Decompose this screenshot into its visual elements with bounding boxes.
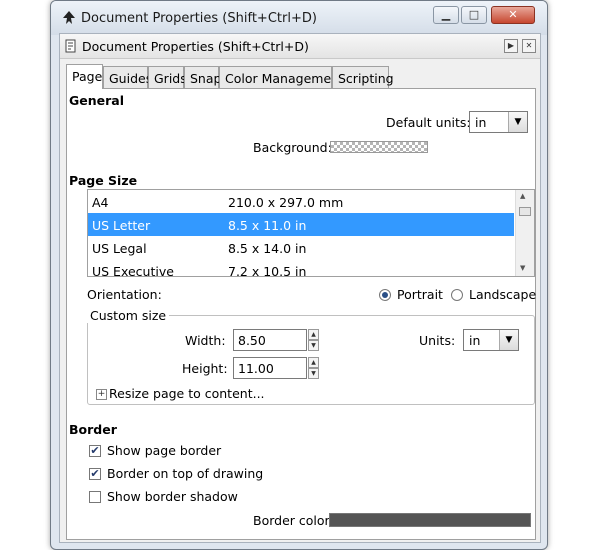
stepper-down-icon[interactable]: ▼ — [308, 340, 319, 351]
scroll-thumb[interactable] — [519, 207, 531, 216]
stepper-down-icon[interactable]: ▼ — [308, 368, 319, 379]
close-window-button[interactable]: ✕ — [491, 6, 535, 24]
tab-color-management[interactable]: Color Management — [219, 66, 344, 88]
document-properties-window: Document Properties (Shift+Ctrl+D) ▁ □ ✕… — [50, 0, 548, 550]
custom-units-select[interactable]: in ▼ — [463, 329, 519, 351]
float-icon: ▶ — [507, 41, 515, 50]
orientation-label: Orientation: — [87, 287, 162, 302]
list-scrollbar[interactable]: ▲ ▼ — [515, 190, 534, 276]
maximize-icon: □ — [468, 8, 480, 21]
default-units-select[interactable]: in ▼ — [469, 111, 528, 133]
border-on-top-label[interactable]: Border on top of drawing — [107, 466, 263, 481]
tab-scripting[interactable]: Scripting — [332, 66, 394, 88]
expand-plus-icon[interactable]: + — [96, 389, 107, 400]
list-item[interactable]: A4 210.0 x 297.0 mm — [88, 190, 514, 213]
default-units-label: Default units: — [386, 115, 471, 130]
window-titlebar[interactable]: Document Properties (Shift+Ctrl+D) ▁ □ ✕ — [51, 1, 547, 35]
background-label: Background: — [253, 140, 332, 155]
height-label: Height: — [182, 361, 228, 376]
stepper-up-icon[interactable]: ▲ — [308, 357, 319, 368]
portrait-label[interactable]: Portrait — [397, 287, 443, 302]
page-size-heading: Page Size — [69, 173, 138, 188]
list-item[interactable]: US Legal 8.5 x 14.0 in — [88, 236, 514, 259]
page-size-list[interactable]: A4 210.0 x 297.0 mm US Letter 8.5 x 11.0… — [87, 189, 535, 277]
tab-page[interactable]: Page — [66, 64, 103, 89]
resize-to-content-expander[interactable]: Resize page to content... — [109, 386, 265, 401]
show-page-border-label[interactable]: Show page border — [107, 443, 221, 458]
custom-units-value: in — [469, 333, 481, 348]
dock-close-button[interactable]: ✕ — [522, 39, 536, 53]
dock-title: Document Properties (Shift+Ctrl+D) — [82, 39, 309, 54]
tab-grids[interactable]: Grids — [148, 66, 187, 88]
width-label: Width: — [185, 333, 226, 348]
dialog-client-area: Document Properties (Shift+Ctrl+D) ▶ ✕ P… — [59, 33, 541, 543]
dock-float-button[interactable]: ▶ — [504, 39, 518, 53]
chevron-down-icon: ▼ — [508, 112, 527, 132]
stepper-up-icon[interactable]: ▲ — [308, 329, 319, 340]
landscape-label[interactable]: Landscape — [469, 287, 536, 302]
inkscape-app-icon — [63, 11, 75, 24]
show-page-border-checkbox[interactable]: ✔ — [89, 445, 101, 457]
units-label: Units: — [419, 333, 456, 348]
general-heading: General — [69, 93, 124, 108]
background-color-swatch[interactable] — [330, 141, 428, 153]
landscape-radio[interactable] — [451, 289, 463, 301]
custom-size-title: Custom size — [87, 308, 170, 323]
tab-snap[interactable]: Snap — [184, 66, 221, 88]
list-item[interactable]: US Executive 7.2 x 10.5 in — [88, 259, 514, 276]
close-icon: ✕ — [525, 41, 533, 50]
close-icon: ✕ — [508, 8, 518, 21]
list-item-selected[interactable]: US Letter 8.5 x 11.0 in — [88, 213, 514, 236]
scroll-up-icon[interactable]: ▲ — [520, 192, 525, 200]
scroll-down-icon[interactable]: ▼ — [520, 264, 525, 272]
border-color-swatch[interactable] — [329, 513, 531, 527]
minimize-button[interactable]: ▁ — [433, 6, 459, 24]
minimize-icon: ▁ — [441, 8, 451, 21]
width-stepper[interactable]: ▲ ▼ — [308, 329, 319, 351]
show-border-shadow-checkbox[interactable] — [89, 491, 101, 503]
maximize-button[interactable]: □ — [461, 6, 487, 24]
border-on-top-checkbox[interactable]: ✔ — [89, 468, 101, 480]
tab-guides[interactable]: Guides — [103, 66, 152, 88]
border-heading: Border — [69, 422, 117, 437]
dock-titlebar[interactable]: Document Properties (Shift+Ctrl+D) ▶ ✕ — [60, 34, 540, 59]
border-color-label: Border color: — [253, 513, 334, 528]
show-border-shadow-label[interactable]: Show border shadow — [107, 489, 238, 504]
chevron-down-icon: ▼ — [499, 330, 518, 350]
width-input[interactable]: 8.50 — [233, 329, 307, 351]
default-units-value: in — [475, 115, 487, 130]
height-stepper[interactable]: ▲ ▼ — [308, 357, 319, 379]
document-properties-icon — [65, 39, 76, 53]
portrait-radio[interactable] — [379, 289, 391, 301]
window-title: Document Properties (Shift+Ctrl+D) — [81, 11, 317, 26]
page-tab-panel: General Default units: in ▼ Background: … — [66, 88, 536, 540]
height-input[interactable]: 11.00 — [233, 357, 307, 379]
